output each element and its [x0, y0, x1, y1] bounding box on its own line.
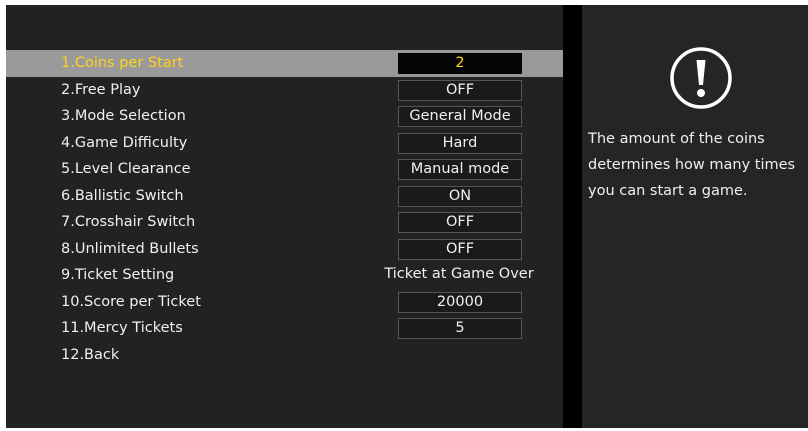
info-description: The amount of the coins determines how m… — [588, 131, 796, 199]
unlimited-bullets-value[interactable]: OFF — [398, 238, 522, 260]
menu-item-ballistic-switch[interactable]: 6.Ballistic Switch ON — [6, 183, 563, 210]
mercy-tickets-value[interactable]: 5 — [398, 318, 522, 339]
menu-item-level-clearance[interactable]: 5.Level Clearance Manual mode — [6, 156, 563, 183]
menu-item-label: 12.Back — [61, 346, 120, 363]
settings-menu-panel: 1.Coins per Start 2 2.Free Play OFF 3.Mo… — [6, 5, 563, 428]
info-panel: The amount of the coins determines how m… — [582, 5, 808, 428]
menu-item-mercy-tickets[interactable]: 11.Mercy Tickets 5 — [6, 315, 563, 342]
menu-item-label: 7.Crosshair Switch — [61, 214, 196, 230]
menu-item-label: 4.Game Difficulty — [61, 134, 188, 151]
ticket-setting-value[interactable]: Ticket at Game Over — [378, 265, 540, 284]
menu-item-ticket-setting[interactable]: 9.Ticket Setting Ticket at Game Over — [6, 262, 563, 289]
menu-item-mode-selection[interactable]: 3.Mode Selection General Mode — [6, 103, 563, 130]
crosshair-switch-value[interactable]: OFF — [398, 212, 522, 233]
menu-item-label: 5.Level Clearance — [61, 161, 191, 177]
panel-divider — [563, 5, 582, 428]
menu-item-label: 11.Mercy Tickets — [61, 320, 183, 336]
level-clearance-value[interactable]: Manual mode — [398, 159, 522, 180]
menu-item-score-per-ticket[interactable]: 10.Score per Ticket 20000 — [6, 289, 563, 316]
menu-item-label: 10.Score per Ticket — [61, 293, 201, 310]
score-per-ticket-value[interactable]: 20000 — [398, 291, 522, 313]
menu-item-coins-per-start[interactable]: 1.Coins per Start 2 — [6, 50, 563, 77]
mode-selection-value[interactable]: General Mode — [398, 106, 522, 127]
menu-item-label: 2.Free Play — [61, 81, 141, 98]
menu-item-free-play[interactable]: 2.Free Play OFF — [6, 77, 563, 104]
settings-list: 1.Coins per Start 2 2.Free Play OFF 3.Mo… — [6, 50, 563, 368]
exclamation-circle-icon — [670, 47, 732, 109]
menu-item-label: 6.Ballistic Switch — [61, 187, 184, 204]
game-difficulty-value[interactable]: Hard — [398, 132, 522, 154]
menu-item-label: 9.Ticket Setting — [61, 267, 175, 283]
menu-item-game-difficulty[interactable]: 4.Game Difficulty Hard — [6, 130, 563, 157]
coins-per-start-value[interactable]: 2 — [398, 53, 522, 74]
menu-item-label: 3.Mode Selection — [61, 108, 186, 124]
menu-item-label: 8.Unlimited Bullets — [61, 240, 199, 257]
menu-item-crosshair-switch[interactable]: 7.Crosshair Switch OFF — [6, 209, 563, 236]
menu-item-unlimited-bullets[interactable]: 8.Unlimited Bullets OFF — [6, 236, 563, 263]
menu-item-label: 1.Coins per Start — [61, 55, 184, 71]
ballistic-switch-value[interactable]: ON — [398, 185, 522, 207]
free-play-value[interactable]: OFF — [398, 79, 522, 101]
menu-item-back[interactable]: 12.Back — [6, 342, 563, 369]
